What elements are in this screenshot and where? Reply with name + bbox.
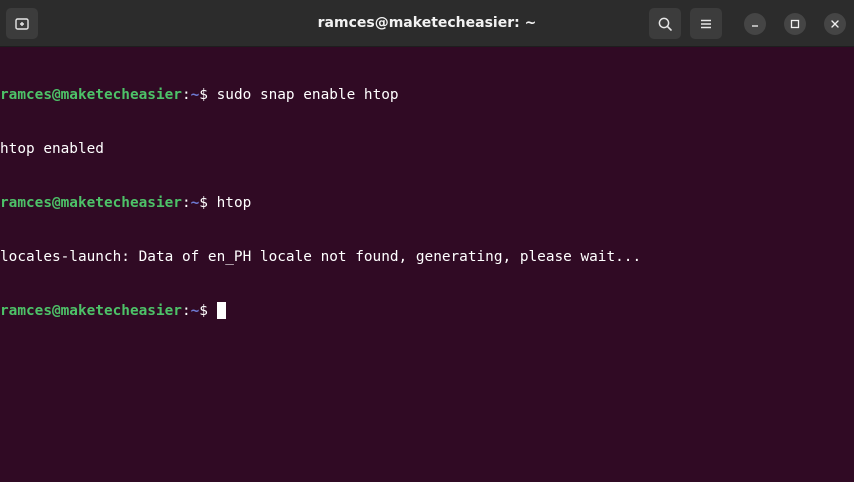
menu-button[interactable] <box>690 8 722 39</box>
prompt-line: ramces@maketecheasier:~$ <box>0 302 854 320</box>
prompt-separator: : <box>181 195 191 211</box>
prompt-path: ~ <box>190 303 200 319</box>
command-text: sudo snap enable htop <box>216 87 399 103</box>
search-icon <box>658 17 672 31</box>
output-line: htop enabled <box>0 141 104 157</box>
prompt-dollar: $ <box>199 303 217 319</box>
command-text: htop <box>216 195 252 211</box>
prompt-dollar: $ <box>199 195 217 211</box>
output-line: locales-launch: Data of en_PH locale not… <box>0 249 642 265</box>
minimize-button[interactable] <box>744 13 766 35</box>
maximize-icon <box>790 19 800 29</box>
minimize-icon <box>752 25 758 27</box>
prompt-line: ramces@maketecheasier:~$ htop <box>0 194 854 212</box>
close-icon <box>831 20 839 28</box>
prompt-separator: : <box>181 87 191 103</box>
header-bar: ramces@maketecheasier: ~ <box>0 0 854 47</box>
terminal-window: ramces@maketecheasier: ~ ramces@maketech… <box>0 0 854 482</box>
window-title: ramces@maketecheasier: ~ <box>317 15 537 31</box>
search-button[interactable] <box>649 8 681 39</box>
prompt-dollar: $ <box>199 87 217 103</box>
new-tab-icon <box>15 17 29 30</box>
maximize-button[interactable] <box>784 13 806 35</box>
prompt-user: ramces@maketecheasier <box>0 195 182 211</box>
hamburger-menu-icon <box>701 19 711 28</box>
new-tab-button[interactable] <box>6 8 38 39</box>
terminal-area[interactable]: ramces@maketecheasier:~$ sudo snap enabl… <box>0 48 854 482</box>
prompt-path: ~ <box>190 195 200 211</box>
text-cursor <box>216 302 226 319</box>
prompt-user: ramces@maketecheasier <box>0 303 182 319</box>
prompt-separator: : <box>181 303 191 319</box>
prompt-line: ramces@maketecheasier:~$ sudo snap enabl… <box>0 86 854 104</box>
prompt-user: ramces@maketecheasier <box>0 87 182 103</box>
prompt-path: ~ <box>190 87 200 103</box>
close-button[interactable] <box>824 13 846 35</box>
